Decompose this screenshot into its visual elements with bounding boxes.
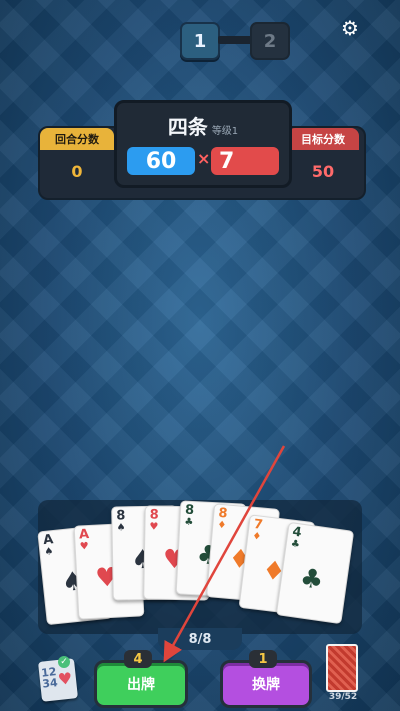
deck-pile — [326, 644, 358, 692]
play-remaining-badge: 4 — [124, 650, 152, 668]
card-suit: ♣ — [184, 516, 194, 529]
stage-stepper: 1 2 — [180, 22, 290, 60]
round-score-value: 0 — [71, 161, 83, 181]
sort-numbers-icon: 12 34 — [40, 665, 59, 691]
game-screen: 1 2 ⚙ 回合分数 0 目标分数 50 四条 等级1 60 × 7 A ♠ ♠ … — [0, 0, 400, 711]
target-score-value: 50 — [311, 161, 335, 181]
stage-connector — [218, 36, 252, 44]
card-suit: ♠ — [43, 546, 54, 559]
round-score-label: 回合分数 — [40, 128, 114, 150]
discard-remaining-badge: 1 — [249, 650, 277, 668]
card-suit: ♦ — [216, 519, 227, 532]
chips-value: 60 — [127, 147, 195, 175]
multiply-sign: × — [197, 149, 211, 168]
target-score-label: 目标分数 — [287, 128, 359, 150]
heart-icon: ♥ — [56, 668, 74, 689]
mult-value: 7 — [211, 147, 279, 175]
deck-count: 39/52 — [328, 692, 358, 702]
stage-1: 1 — [180, 22, 220, 60]
gear-icon[interactable]: ⚙ — [338, 16, 362, 40]
hand-level: 等级1 — [211, 126, 239, 137]
card-suit: ♠ — [116, 522, 126, 534]
card-suit: ♥ — [79, 541, 89, 553]
hand-count: 8/8 — [158, 628, 242, 650]
hand-type-box: 四条 等级1 60 × 7 — [114, 100, 292, 188]
club-icon: ♣ — [298, 563, 326, 597]
card-4-clubs[interactable]: 4 ♣ ♣ — [275, 521, 355, 625]
hand-type-name: 四条 等级1 — [117, 111, 289, 140]
card-suit: ♥ — [149, 521, 159, 533]
card-suit: ♦ — [251, 530, 262, 543]
hand-type-text: 四条 — [167, 115, 208, 139]
stage-2: 2 — [250, 22, 290, 60]
card-suit: ♣ — [290, 538, 301, 551]
check-icon: ✓ — [58, 656, 70, 668]
